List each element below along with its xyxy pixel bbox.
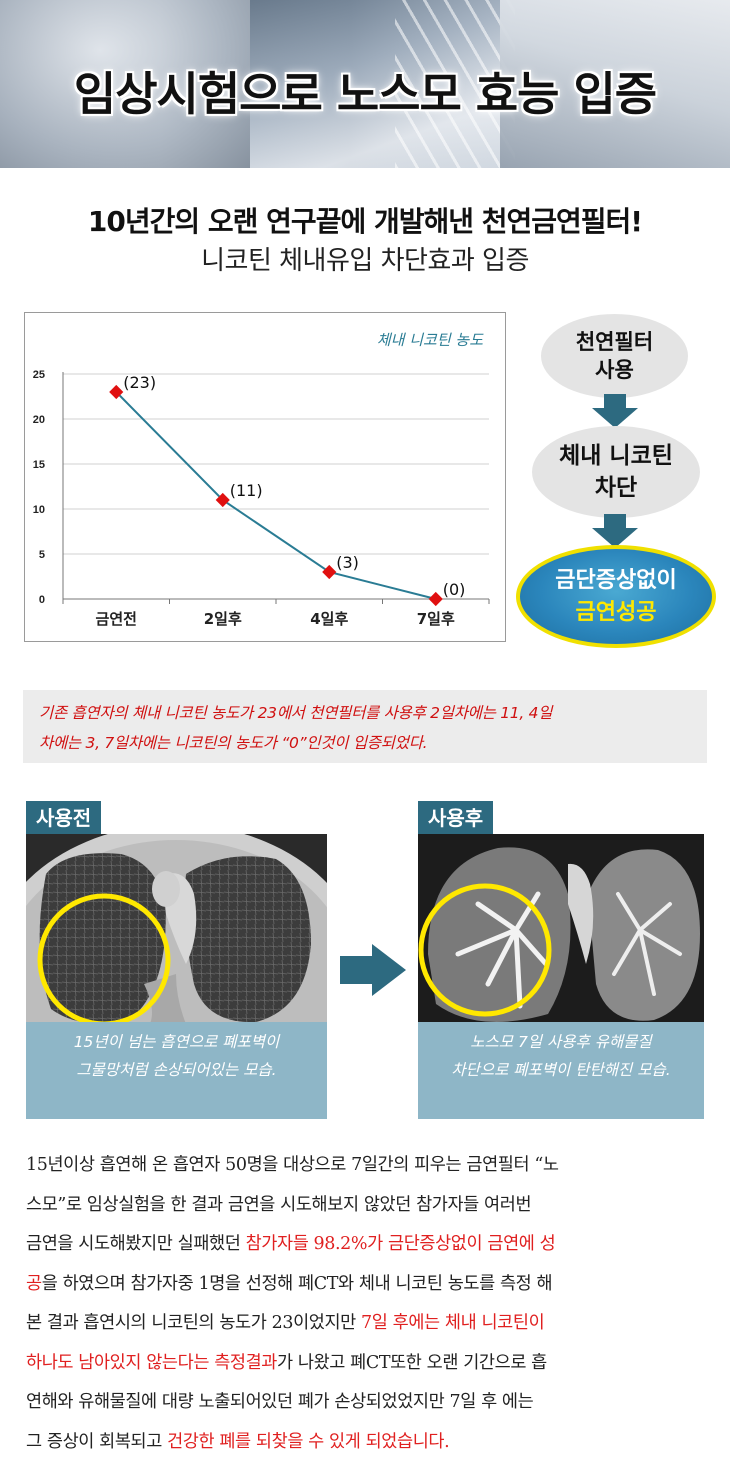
y-tick-label: 20 [33,414,45,426]
ct-scan-before-image [26,834,327,1024]
data-point [322,564,337,580]
x-tick-label: 7일후 [417,610,455,628]
data-point [428,591,443,607]
flow-step-quit-success: 금단증상없이 금연성공 [516,545,716,648]
body-highlight: 건강한 폐를 되찾을 수 있게 되었습니다. [167,1431,450,1452]
nicotine-chart: 0 5 10 15 20 25 금연전 2일후 4일후 7일후 체내 니코틴 농도 (23) (11) (… [24,312,506,642]
body-text: 본 결과 흡연시의 니코틴의 농도가 23이었지만 [26,1313,362,1333]
headline: 10년간의 오랜 연구끝에 개발해낸 천연금연필터! [87,205,643,238]
data-label: (11) [230,481,263,500]
y-tick-label: 25 [33,369,45,381]
subheadline: 니코틴 체내유입 차단효과 입증 [201,246,529,276]
x-tick-label: 금연전 [96,610,137,628]
chart-title: 체내 니코틴 농도 [377,331,484,349]
caption-after-line2: 차단으로 폐포벽이 탄탄해진 모습. [451,1061,671,1079]
body-line: 연해와 유해물질에 대량 노출되어있던 폐가 손상되었었지만 7일 후 에는 [26,1392,534,1412]
data-label: (23) [123,373,156,392]
x-tick-label: 4일후 [310,610,348,628]
statement-line1: 기존 흡연자의 체내 니코틴 농도가 23에서 천연필터를 사용후 2일차에는 … [39,704,553,722]
body-line: 스모”로 임상실험을 한 결과 금연을 시도해보지 않았던 참가자들 여러번 [26,1194,532,1215]
body-highlight: 하나도 남아있지 않는다는 측정결과 [26,1352,277,1373]
header-banner: 임상시험으로 노스모 효능 입증 [0,0,730,168]
body-highlight: 공 [26,1273,42,1294]
arrow-down-icon [592,394,638,428]
series-line [115,391,436,600]
body-line: 15년이상 흡연해 온 흡연자 50명을 대상으로 7일간의 피우는 금연필터 … [26,1155,559,1175]
chart-svg: 0 5 10 15 20 25 금연전 2일후 4일후 7일후 체내 니코틴 농도 (23) (11) (… [33,331,490,628]
body-line: 본 결과 흡연시의 니코틴의 농도가 23이었지만 7일 후에는 체내 니코틴이 [26,1304,706,1344]
body-text: 그 증상이 회복되고 [26,1431,168,1452]
flow-step2-line1: 체내 니코틴 [559,443,673,469]
y-tick-label: 15 [33,459,45,471]
body-text: 가 나왔고 폐CT또한 오랜 기간으로 흡 [277,1352,547,1373]
flow-step1-line1: 천연필터 [575,330,654,354]
body-paragraph: 15년이상 흡연해 온 흡연자 50명을 대상으로 7일간의 피우는 금연필터 … [26,1146,706,1462]
caption-after: 노스모 7일 사용후 유해물질 차단으로 폐포벽이 탄탄해진 모습. [418,1022,704,1119]
flow-step-natural-filter: 천연필터 사용 [541,314,688,398]
flow-step1-line2: 사용 [595,358,634,382]
caption-before-line2: 그물망처럼 손상되어있는 모습. [76,1061,277,1079]
body-highlight: 7일 후에는 체내 니코틴이 [361,1313,545,1333]
flow-step-nicotine-block: 체내 니코틴 차단 [532,426,700,518]
ct-scan-after [418,834,704,1024]
body-text: 을 하였으며 참가자중 1명을 선정해 폐CT와 체내 니코틴 농도를 측정 해 [41,1273,553,1294]
ct-scan-after-image [418,834,704,1024]
data-label: (0) [443,580,466,599]
y-tick-label: 0 [39,594,45,606]
body-text: 금연을 시도해봤지만 실패했던 [26,1234,246,1254]
y-tick-label: 5 [39,549,45,561]
body-line: 금연을 시도해봤지만 실패했던 참가자들 98.2%가 금단증상없이 금연에 성 [26,1225,706,1265]
y-tick-label: 10 [33,504,45,516]
flow-step3-line1: 금단증상없이 [555,567,677,593]
tag-before: 사용전 [26,801,102,835]
statement-line2: 차에는 3, 7일차에는 니코틴의 농도가 “0”인것이 입증되었다. [39,734,428,752]
body-highlight: 참가자들 98.2%가 금단증상없이 금연에 성 [245,1234,556,1254]
flow-step2-line2: 차단 [594,475,638,501]
tag-after: 사용후 [418,801,494,835]
banner-title: 임상시험으로 노스모 효능 입증 [73,67,657,121]
body-line: 하나도 남아있지 않는다는 측정결과가 나왔고 폐CT또한 오랜 기간으로 흡 [26,1344,706,1384]
result-statement: 기존 흡연자의 체내 니코틴 농도가 23에서 천연필터를 사용후 2일차에는 … [23,690,707,763]
body-line: 그 증상이 회복되고 건강한 폐를 되찾을 수 있게 되었습니다. [26,1423,706,1462]
caption-after-line1: 노스모 7일 사용후 유해물질 [470,1033,652,1051]
arrow-right-icon [340,944,406,996]
body-line: 공을 하였으며 참가자중 1명을 선정해 폐CT와 체내 니코틴 농도를 측정 … [26,1265,706,1305]
caption-before: 15년이 넘는 흡연으로 폐포벽이 그물망처럼 손상되어있는 모습. [26,1022,327,1119]
data-label: (3) [336,553,359,572]
flow-step3-line2: 금연성공 [575,599,657,625]
x-tick-label: 2일후 [204,610,242,628]
arrow-down-icon [592,514,638,548]
ct-scan-before [26,834,327,1024]
caption-before-line1: 15년이 넘는 흡연으로 폐포벽이 [73,1033,280,1051]
